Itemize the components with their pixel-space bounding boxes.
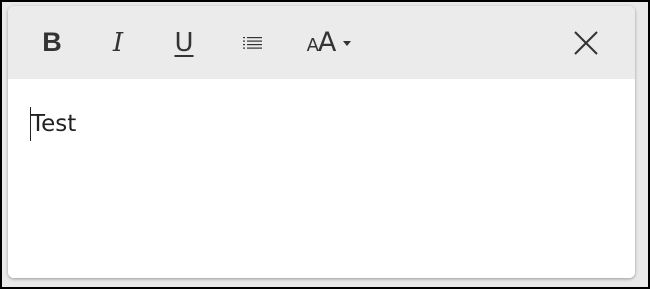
font-size-dropdown[interactable]: A A bbox=[299, 6, 359, 79]
window-frame: B I U A A Test bbox=[0, 0, 650, 289]
editor-line: Test bbox=[30, 107, 76, 141]
bold-button[interactable]: B bbox=[34, 6, 70, 79]
list-button[interactable] bbox=[235, 6, 271, 79]
text-editor-panel: B I U A A Test bbox=[8, 6, 635, 278]
list-icon bbox=[243, 36, 262, 49]
caret-down-icon bbox=[343, 41, 352, 46]
italic-button[interactable]: I bbox=[100, 6, 136, 79]
formatting-toolbar: B I U A A bbox=[8, 6, 635, 79]
italic-icon: I bbox=[112, 27, 124, 58]
close-icon bbox=[574, 30, 598, 55]
close-button[interactable] bbox=[566, 6, 606, 79]
editor-area[interactable]: Test bbox=[8, 79, 635, 278]
editor-text: Test bbox=[31, 110, 77, 137]
underline-icon: U bbox=[174, 27, 194, 58]
underline-button[interactable]: U bbox=[166, 6, 202, 79]
bold-icon: B bbox=[42, 27, 62, 57]
font-size-large-glyph: A bbox=[317, 27, 337, 58]
